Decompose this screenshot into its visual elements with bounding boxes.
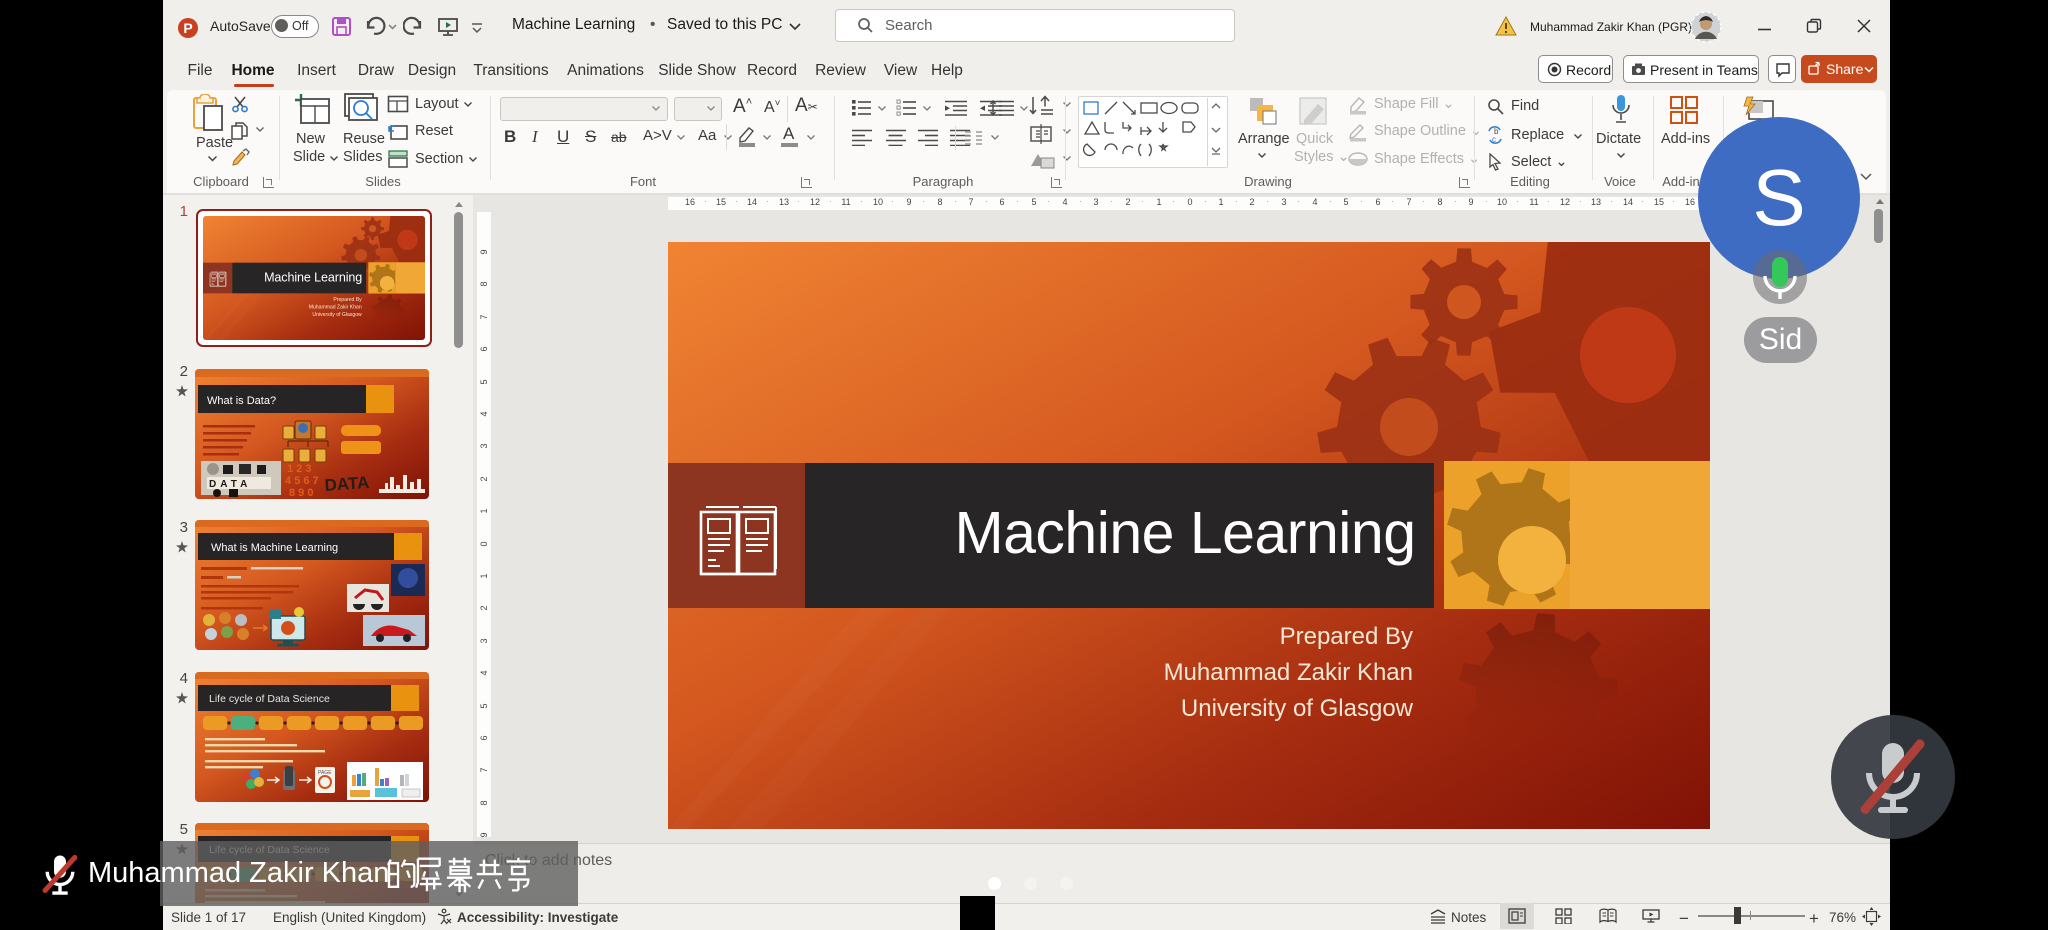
svg-text:P: P xyxy=(183,20,192,36)
svg-text:Life cycle of Data Science: Life cycle of Data Science xyxy=(209,693,330,705)
svg-text:DATA: DATA xyxy=(324,473,370,495)
svg-text:c: c xyxy=(1492,135,1496,144)
svg-text:What is Data?: What is Data? xyxy=(207,395,276,407)
svg-text:8 9 0: 8 9 0 xyxy=(289,487,313,499)
svg-text:1 2 3: 1 2 3 xyxy=(287,463,311,475)
svg-text:4 5 6 7: 4 5 6 7 xyxy=(285,475,319,487)
svg-text:DATA: DATA xyxy=(209,479,251,490)
svg-text:What is Machine Learning: What is Machine Learning xyxy=(211,542,338,554)
svg-text:PAGE: PAGE xyxy=(318,770,332,776)
